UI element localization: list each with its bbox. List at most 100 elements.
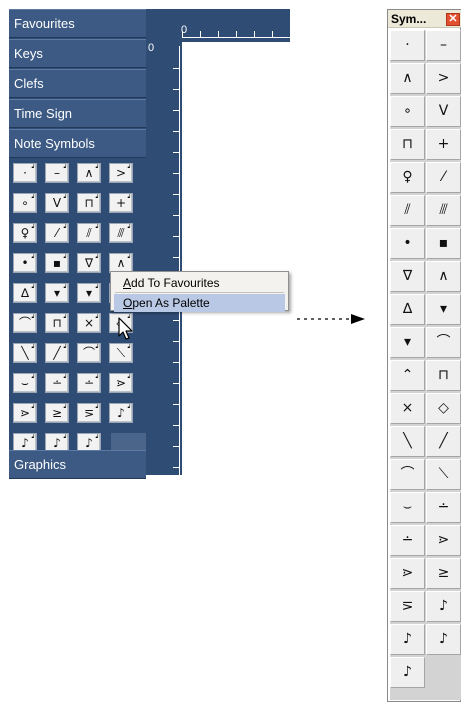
palette-symbol-button[interactable]: +	[426, 129, 461, 160]
palette-symbol-button[interactable]: ⊓	[390, 129, 425, 160]
palette-symbol-button[interactable]: V	[426, 96, 461, 127]
symbol-button[interactable]: · ♪	[13, 163, 37, 183]
palette-symbol-button[interactable]: ·	[390, 30, 425, 61]
palette-symbol-button[interactable]: ⌃	[390, 360, 425, 391]
symbol-button[interactable]: ∇ ♪	[77, 253, 101, 273]
section-keys[interactable]: Keys	[9, 39, 146, 68]
symbol-button[interactable]: ▪ ♪	[45, 253, 69, 273]
symbol-button[interactable]: ≥ ♪	[45, 403, 69, 423]
symbol-button[interactable]: ▾ ♪	[45, 283, 69, 303]
symbol-button[interactable]: V ♪	[45, 193, 69, 213]
symbol-button[interactable]: ▾ ♪	[77, 283, 101, 303]
ruler-tick	[173, 257, 179, 258]
palette-symbol-button[interactable]: ⌣	[390, 492, 425, 523]
ruler-tick	[173, 131, 179, 132]
mouse-pointer-icon	[118, 317, 133, 340]
symbol-button[interactable]: ⋗ ♪	[109, 373, 133, 393]
palette-symbol-button[interactable]: ◇	[426, 393, 461, 424]
section-favourites[interactable]: Favourites	[9, 9, 146, 38]
symbol-button[interactable]: ⋝ ♪	[77, 403, 101, 423]
symbol-button[interactable]: > ♪	[109, 163, 133, 183]
palette-symbol-button[interactable]: ♀	[390, 162, 425, 193]
palette-symbol-button[interactable]: ∇	[390, 261, 425, 292]
palette-symbol-button[interactable]: •	[390, 228, 425, 259]
symbol-button[interactable]: ⁄ ♪	[45, 223, 69, 243]
palette-symbol-button[interactable]: ⊓	[426, 360, 461, 391]
symbol-button[interactable]: ╱ ♪	[45, 343, 69, 363]
palette-symbol-button[interactable]: ∆	[390, 294, 425, 325]
menu-item-add-to-favourites[interactable]: Add To Favourites	[114, 274, 285, 292]
symbol-button[interactable]: ⌒♪	[77, 343, 101, 363]
symbol-button[interactable]: ∆ ♪	[13, 283, 37, 303]
palette-symbol-button[interactable]: ╲	[390, 426, 425, 457]
palette-symbol-button[interactable]: ∸	[426, 492, 461, 523]
symbol-button[interactable]: ∸ ♪	[77, 373, 101, 393]
ruler-tick	[173, 68, 179, 69]
symbol-button[interactable]: ⊓ ♪	[45, 313, 69, 333]
ruler-tick	[173, 215, 179, 216]
section-graphics[interactable]: Graphics	[9, 450, 146, 479]
section-note-symbols[interactable]: Note Symbols	[9, 129, 146, 158]
palette-symbol-button[interactable]: ≥	[426, 558, 461, 589]
palette-symbol-button[interactable]: ⋗	[426, 525, 461, 556]
symbol-button[interactable]: ⫻ ♪	[109, 223, 133, 243]
palette-symbol-button[interactable]: ×	[390, 393, 425, 424]
palette-symbol-button[interactable]: ▾	[390, 327, 425, 358]
palette-symbol-button[interactable]: ∧	[426, 261, 461, 292]
symbol-button[interactable]: ♀ ♪	[13, 223, 37, 243]
symbol-button[interactable]: ⟍ ♪	[109, 343, 133, 363]
symbol-button[interactable]: – ♪	[45, 163, 69, 183]
palette-symbol-button[interactable]: ⌒	[426, 327, 461, 358]
menu-item-open-as-palette[interactable]: Open As Palette	[114, 294, 285, 312]
ruler-tick	[173, 404, 179, 405]
symbol-button[interactable]: ⊓ ♪	[77, 193, 101, 213]
close-icon[interactable]: ✕	[446, 13, 460, 26]
palette-symbol-button[interactable]: ⌒	[390, 459, 425, 490]
palette-symbol-button[interactable]: >	[426, 63, 461, 94]
symbol-button[interactable]: + ♪	[109, 193, 133, 213]
palette-symbol-button[interactable]: ⟍	[426, 459, 461, 490]
symbol-button[interactable]: ⫽ ♪	[77, 223, 101, 243]
ruler-tick	[182, 31, 183, 37]
section-clefs[interactable]: Clefs	[9, 69, 146, 98]
symbol-button[interactable]: ♪ ♪	[109, 403, 133, 423]
palette-symbol-button[interactable]: –	[426, 30, 461, 61]
palette-symbol-button[interactable]: ╱	[426, 426, 461, 457]
palette-symbol-button[interactable]: ∧	[390, 63, 425, 94]
symbol-button[interactable]: ∸ ♪	[45, 373, 69, 393]
note-corner-icon: ♪	[30, 403, 37, 411]
palette-symbol-button[interactable]: ⋗	[390, 558, 425, 589]
ruler-tick	[173, 362, 179, 363]
section-time-sign[interactable]: Time Sign	[9, 99, 146, 128]
palette-symbol-button[interactable]: ♪	[390, 657, 425, 688]
symbol-button[interactable]: ⌒♪	[13, 313, 37, 333]
palette-symbol-button[interactable]: ♪	[390, 624, 425, 655]
palette-symbol-button[interactable]: ▪	[426, 228, 461, 259]
note-corner-icon: ♪	[94, 343, 101, 351]
palette-title-bar[interactable]: Sym... ✕	[388, 10, 461, 28]
symbol-button[interactable]: ⋗ ♪	[13, 403, 37, 423]
palette-symbol-button[interactable]: ♪	[426, 624, 461, 655]
note-corner-icon: ♪	[30, 193, 37, 201]
palette-symbol-button[interactable]: ⋝	[390, 591, 425, 622]
symbol-button[interactable]: × ♪	[77, 313, 101, 333]
ruler-tick	[173, 383, 179, 384]
symbol-button[interactable]: ∧ ♪	[77, 163, 101, 183]
palette-symbol-button[interactable]: ⫻	[426, 195, 461, 226]
ruler-tick	[236, 31, 237, 37]
symbol-button[interactable]: ⌣ ♪	[13, 373, 37, 393]
symbol-button[interactable]: ∘ ♪	[13, 193, 37, 213]
ruler-tick	[173, 467, 179, 468]
ruler-tick	[173, 89, 179, 90]
symbol-button[interactable]: ╲ ♪	[13, 343, 37, 363]
palette-symbol-button[interactable]: ∘	[390, 96, 425, 127]
palette-symbol-button[interactable]: ⫽	[390, 195, 425, 226]
palette-symbol-button[interactable]: ∸	[390, 525, 425, 556]
note-corner-icon: ♪	[62, 403, 69, 411]
palette-symbol-button[interactable]: ▾	[426, 294, 461, 325]
palette-symbol-button[interactable]: ♪	[426, 591, 461, 622]
symbol-button[interactable]: ∧ ♪	[109, 253, 133, 273]
note-corner-icon: ♪	[94, 223, 101, 231]
palette-symbol-button[interactable]: ⁄	[426, 162, 461, 193]
symbol-button[interactable]: • ♪	[13, 253, 37, 273]
